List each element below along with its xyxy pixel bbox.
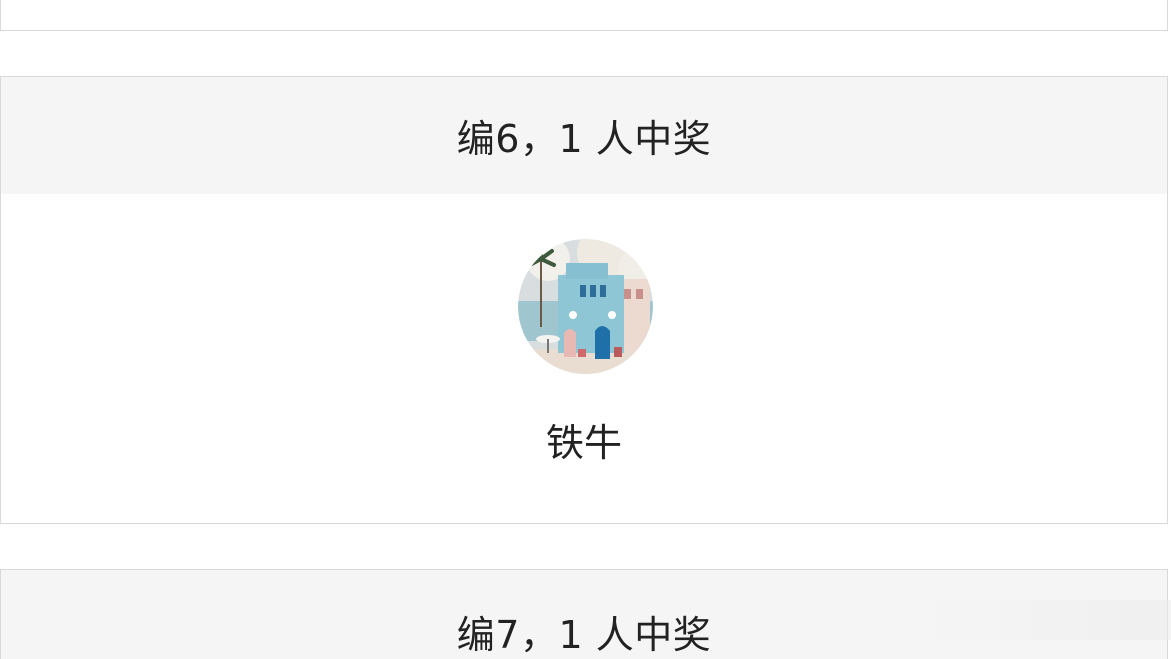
group-winners: 铁牛 <box>1 194 1167 523</box>
winner-name: 铁牛 <box>545 421 622 465</box>
winners-page: 编6，1 人中奖 铁牛 编7，1 人中奖 <box>0 0 1171 659</box>
winner-avatar[interactable] <box>518 239 653 374</box>
group-card: 编6，1 人中奖 铁牛 <box>0 76 1168 524</box>
group-title: 编6，1 人中奖 <box>1 77 1167 194</box>
previous-group-card <box>0 0 1168 31</box>
house-avatar-icon <box>518 239 653 374</box>
group-card: 编7，1 人中奖 <box>0 569 1168 659</box>
group-title: 编7，1 人中奖 <box>1 570 1167 659</box>
